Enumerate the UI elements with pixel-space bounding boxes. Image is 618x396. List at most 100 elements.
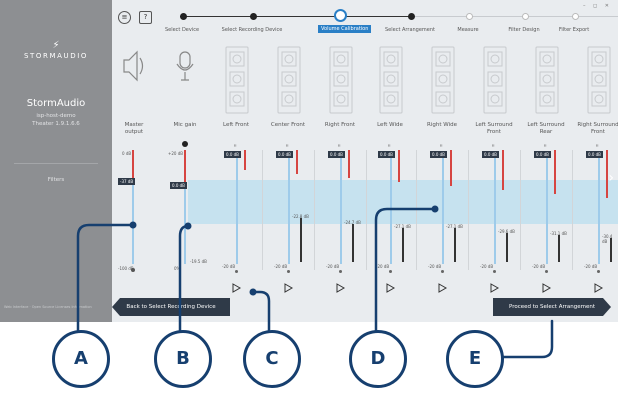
channel-mute-icon[interactable]: ⁞⁞ [338, 143, 341, 148]
channel-level-bar [558, 235, 560, 262]
channel-gain-badge[interactable]: 0.0 dB [430, 151, 447, 158]
channel-reading-label: -29.6 dB [498, 229, 515, 234]
play-icon [336, 283, 346, 293]
step-label[interactable]: Select Device [142, 27, 222, 33]
play-icon [594, 283, 604, 293]
channel-fader-track[interactable] [598, 158, 600, 264]
channel-min-label: -20 dB [222, 264, 236, 269]
channel-fader-track[interactable] [340, 158, 342, 264]
step-dot[interactable] [407, 13, 415, 20]
channel-divider [262, 150, 263, 270]
menu-icon: ≡ [121, 13, 128, 21]
channel-mute-icon[interactable]: ⁞⁞ [440, 143, 443, 148]
channel-level-dot [287, 270, 290, 273]
master-top-label: 0 dB [122, 151, 132, 156]
proceed-button[interactable]: Proceed to Select Arrangement [493, 298, 611, 316]
back-button[interactable]: Back to Select Recording Device [112, 298, 230, 316]
channel-gain-badge[interactable]: 0.0 dB [586, 151, 603, 158]
channel-mute-icon[interactable]: ⁞⁞ [286, 143, 289, 148]
channel-level-dot [441, 270, 444, 273]
stepper-progress [180, 16, 410, 17]
channel-label: Right Wide [427, 122, 457, 128]
step-dot[interactable] [179, 13, 187, 20]
channel-reading-label: -30.4 dB [602, 234, 613, 244]
channel-label: Right Surround Front [577, 122, 618, 135]
channel-fader-track[interactable] [390, 158, 392, 264]
channel-gain-badge[interactable]: 0.0 dB [378, 151, 395, 158]
menu-button[interactable]: ≡ [118, 11, 131, 24]
channel-fader-track[interactable] [288, 158, 290, 264]
channel-min-label: -20 dB [376, 264, 390, 269]
play-test-tone-button[interactable] [230, 279, 242, 293]
master-value-badge[interactable]: -37 dB [118, 177, 136, 185]
channel-gain-badge[interactable]: 0.0 dB [534, 151, 551, 158]
channel-mute-icon[interactable]: ⁞⁞ [492, 143, 495, 148]
play-test-tone-button[interactable] [488, 279, 500, 293]
callout-b: B [154, 330, 212, 388]
sidebar-item-filters[interactable]: Filters [0, 177, 112, 183]
channel-fader-track[interactable] [494, 158, 496, 264]
speaker-cabinet-icon [586, 46, 612, 118]
step-dot[interactable] [521, 13, 529, 20]
speaker-cabinet-icon [276, 46, 302, 118]
mic-record-dot[interactable] [182, 141, 188, 147]
channel-divider [366, 150, 367, 270]
channel-fader-track[interactable] [546, 158, 548, 264]
callout-e: E [446, 330, 504, 388]
channel-mute-icon[interactable]: ⁞⁞ [388, 143, 391, 148]
window-controls[interactable]: – ◻ ✕ [583, 3, 612, 9]
channel-reading-label: -24.7 dB [344, 220, 361, 225]
channel-gain-badge[interactable]: 0.0 dB [224, 151, 241, 158]
fader-limit [184, 150, 186, 186]
main-panel: – ◻ ✕ ≡ ? Select Device Select Recording … [112, 0, 618, 322]
channel-reading-label: -27.1 dB [394, 224, 411, 229]
channel-reading-label: -31.1 dB [550, 231, 567, 236]
play-icon [386, 283, 396, 293]
active-step-marker [334, 9, 347, 22]
channel-mute-icon[interactable]: ⁞⁞ [544, 143, 547, 148]
play-test-tone-button[interactable] [540, 279, 552, 293]
mic-gain-label: Mic gain [173, 122, 197, 128]
step-label[interactable]: Select Recording Device [212, 27, 292, 33]
step-dot[interactable] [249, 13, 257, 20]
play-test-tone-button[interactable] [592, 279, 604, 293]
play-test-tone-button[interactable] [334, 279, 346, 293]
channel-peak-indicator [502, 150, 504, 190]
device-version: Theater 1.9.1.6.6 [32, 121, 80, 127]
channel-mute-icon[interactable]: ⁞⁞ [596, 143, 599, 148]
channel-fader-track[interactable] [442, 158, 444, 264]
channel-label: Right Front [324, 122, 356, 128]
sidebar-footer[interactable]: Web Interface · Open Source Licenses Inf… [4, 305, 108, 310]
step-dot[interactable] [571, 13, 579, 20]
channel-gain-badge[interactable]: 0.0 dB [328, 151, 345, 158]
play-icon [284, 283, 294, 293]
step-dot[interactable] [465, 13, 473, 20]
channel-divider [468, 150, 469, 270]
speaker-cabinet-icon [482, 46, 508, 118]
master-level-dot [131, 268, 135, 272]
step-label[interactable]: Filter Export [534, 27, 614, 33]
channel-min-label: -20 dB [480, 264, 494, 269]
channel-fader-track[interactable] [236, 158, 238, 264]
app-window: ⚡ STORMAUDIO StormAudio isp-host-demo Th… [0, 0, 618, 322]
channel-mute-icon[interactable]: ⁞⁞ [234, 143, 237, 148]
channel-peak-indicator [606, 150, 608, 198]
step-label-active[interactable]: Volume Calibration [318, 25, 372, 33]
callout-a: A [52, 330, 110, 388]
channel-gain-badge[interactable]: 0.0 dB [276, 151, 293, 158]
callout-c: C [243, 330, 301, 388]
channel-level-bar [402, 228, 404, 262]
channel-min-label: -20 dB [428, 264, 442, 269]
channel-label: Left Wide [377, 122, 403, 128]
scroll-right-icon[interactable]: › [608, 170, 614, 186]
mic-value-badge[interactable]: 0.0 dB [170, 182, 187, 189]
play-test-tone-button[interactable] [282, 279, 294, 293]
sidebar: ⚡ STORMAUDIO StormAudio isp-host-demo Th… [0, 0, 112, 322]
channel-divider [314, 150, 315, 270]
channel-gain-badge[interactable]: 0.0 dB [482, 151, 499, 158]
help-button[interactable]: ? [139, 11, 152, 24]
device-title: StormAudio [26, 98, 86, 109]
play-test-tone-button[interactable] [384, 279, 396, 293]
play-test-tone-button[interactable] [436, 279, 448, 293]
channel-divider [572, 150, 573, 270]
